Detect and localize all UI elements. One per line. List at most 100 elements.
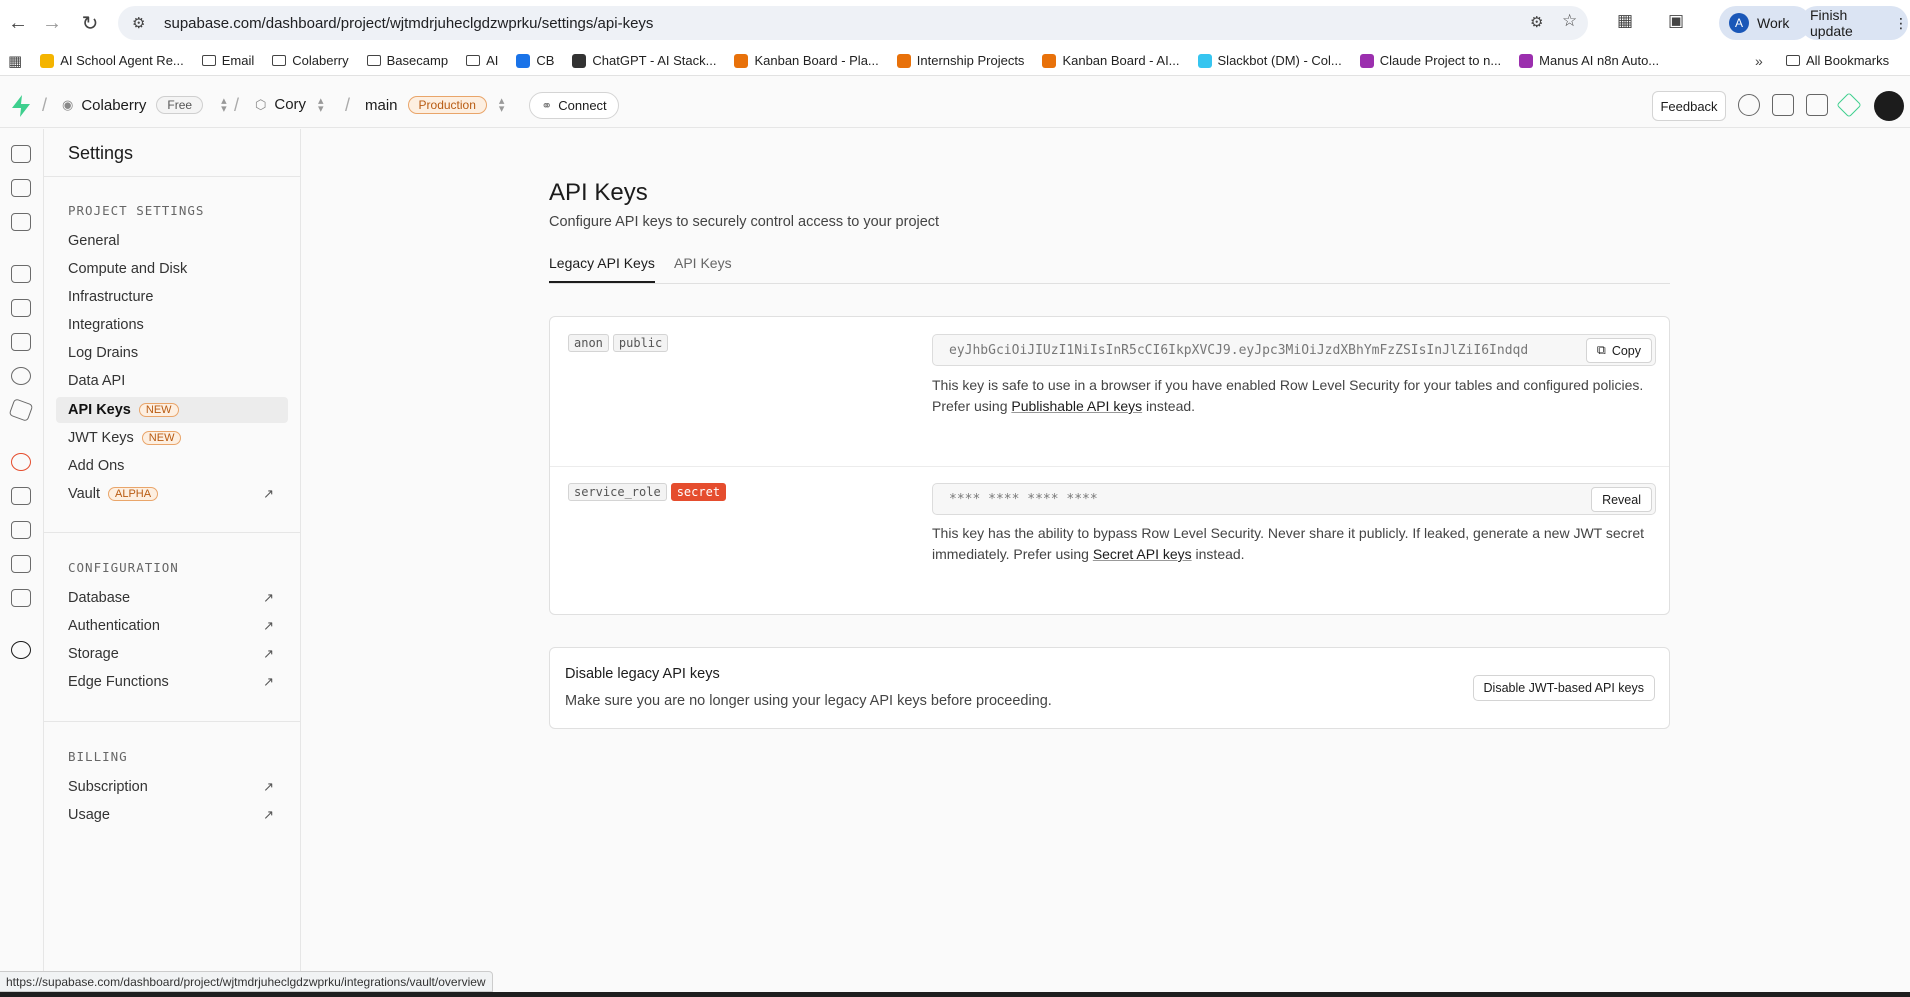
forward-icon[interactable]: →: [34, 5, 70, 41]
bookmark-item[interactable]: Kanban Board - AI...: [1042, 53, 1180, 68]
copy-button[interactable]: ⧉ Copy: [1585, 338, 1652, 363]
bookmark-item[interactable]: CB: [516, 53, 554, 68]
folder-icon: [201, 55, 216, 66]
bookmark-item[interactable]: Slackbot (DM) - Col...: [1197, 53, 1342, 68]
logs-icon[interactable]: [11, 521, 31, 539]
favicon-icon: [516, 53, 531, 68]
address-bar[interactable]: ⚙ supabase.com/dashboard/project/wjtmdrj…: [118, 6, 1588, 40]
edge-functions-icon[interactable]: [8, 398, 34, 422]
switch-branch-icon[interactable]: ▴ ▾: [499, 96, 505, 115]
storage-icon[interactable]: [11, 333, 31, 351]
reports-icon[interactable]: [11, 487, 31, 505]
sidebar-divider: [44, 532, 301, 533]
sidebar-item-authentication[interactable]: Authentication ↗: [56, 613, 288, 639]
tab-api-keys[interactable]: API Keys: [674, 255, 732, 281]
disable-jwt-keys-button[interactable]: Disable JWT-based API keys: [1472, 675, 1655, 701]
branch-name: main: [365, 96, 398, 114]
favicon-icon: [40, 53, 55, 68]
advisors-icon[interactable]: [11, 453, 31, 471]
sidebar-item-infrastructure[interactable]: Infrastructure: [56, 284, 288, 310]
terminal-icon[interactable]: [1806, 94, 1828, 116]
external-link-icon: ↗: [263, 486, 274, 501]
external-link-icon: ↗: [263, 646, 274, 661]
api-docs-icon[interactable]: [11, 555, 31, 573]
star-icon[interactable]: ☆: [1562, 11, 1577, 31]
anon-key-row: anon public eyJhbGciOiJIUzI1NiIsInR5cCI6…: [550, 317, 1669, 467]
reveal-button[interactable]: Reveal: [1591, 487, 1652, 512]
profile-button[interactable]: A Work: [1719, 6, 1811, 40]
assistant-icon[interactable]: [1836, 92, 1862, 118]
tab-search-icon[interactable]: ▣: [1668, 11, 1684, 31]
sidebar-item-integrations[interactable]: Integrations: [56, 312, 288, 338]
service-key-field[interactable]: **** **** **** **** Reveal: [932, 483, 1656, 515]
inbox-icon[interactable]: [1772, 94, 1794, 116]
bookmark-label: Slackbot (DM) - Col...: [1217, 53, 1342, 68]
tab-legacy-api-keys[interactable]: Legacy API Keys: [549, 255, 655, 283]
bookmark-item[interactable]: Basecamp: [366, 53, 448, 68]
extensions-icon[interactable]: ▦: [1617, 11, 1633, 31]
secret-keys-link[interactable]: Secret API keys: [1093, 546, 1192, 562]
sql-editor-icon[interactable]: [11, 213, 31, 231]
realtime-icon[interactable]: [11, 367, 31, 385]
user-avatar[interactable]: [1874, 91, 1904, 121]
settings-gear-icon[interactable]: [11, 641, 31, 659]
bookmark-item[interactable]: ChatGPT - AI Stack...: [572, 53, 716, 68]
sidebar-item-storage[interactable]: Storage ↗: [56, 641, 288, 667]
branch-selector[interactable]: main Production ▴ ▾: [365, 96, 505, 115]
bookmark-item[interactable]: Colaberry: [272, 53, 349, 68]
auth-lock-icon[interactable]: [11, 299, 31, 317]
supabase-logo-icon[interactable]: [10, 94, 32, 118]
bookmark-item[interactable]: AI School Agent Re...: [40, 53, 184, 68]
anon-key-value: eyJhbGciOiJIUzI1NiIsInR5cCI6IkpXVCJ9.eyJ…: [949, 343, 1529, 358]
connect-button[interactable]: ⚭ Connect: [529, 92, 619, 119]
all-bookmarks-label: All Bookmarks: [1806, 53, 1890, 68]
bookmark-item[interactable]: Claude Project to n...: [1359, 53, 1501, 68]
anon-key-field[interactable]: eyJhbGciOiJIUzI1NiIsInR5cCI6IkpXVCJ9.eyJ…: [932, 334, 1656, 366]
sidebar-item-add-ons[interactable]: Add Ons: [56, 453, 288, 479]
sidebar-item-compute[interactable]: Compute and Disk: [56, 256, 288, 282]
site-settings-icon[interactable]: ⚙: [132, 14, 150, 32]
sidebar-item-jwt-keys[interactable]: JWT Keys NEW: [56, 425, 288, 451]
help-icon[interactable]: [1738, 94, 1760, 116]
branch-env-badge: Production: [407, 96, 487, 114]
back-icon[interactable]: ←: [0, 5, 36, 41]
sidebar-item-log-drains[interactable]: Log Drains: [56, 340, 288, 366]
table-editor-icon[interactable]: [11, 179, 31, 197]
sidebar-item-label: Database: [68, 590, 131, 606]
switch-project-icon[interactable]: ▴ ▾: [318, 95, 324, 114]
sidebar-item-subscription[interactable]: Subscription ↗: [56, 774, 288, 800]
favicon-icon: [734, 53, 749, 68]
feedback-button[interactable]: Feedback: [1652, 91, 1726, 121]
home-icon[interactable]: [11, 145, 31, 163]
more-bookmarks-icon[interactable]: »: [1755, 53, 1763, 69]
secret-tag: secret: [670, 483, 727, 501]
sidebar-item-label: Compute and Disk: [68, 261, 188, 277]
bookmark-item[interactable]: Manus AI n8n Auto...: [1519, 53, 1659, 68]
sidebar-item-edge-functions[interactable]: Edge Functions ↗: [56, 669, 288, 695]
reload-icon[interactable]: ↻: [72, 5, 108, 41]
switch-org-icon[interactable]: ▴ ▾: [221, 96, 227, 115]
database-icon[interactable]: [11, 265, 31, 283]
integrations-icon[interactable]: [11, 589, 31, 607]
sidebar-item-vault[interactable]: Vault ALPHA ↗: [56, 481, 288, 507]
publishable-keys-link[interactable]: Publishable API keys: [1011, 398, 1142, 414]
page-subtitle: Configure API keys to securely control a…: [549, 214, 940, 230]
bookmark-item[interactable]: AI: [466, 53, 498, 68]
anon-tag: anon: [568, 334, 609, 352]
sidebar-item-general[interactable]: General: [56, 228, 288, 254]
bookmark-item[interactable]: Internship Projects: [896, 53, 1024, 68]
sidebar-item-data-api[interactable]: Data API: [56, 368, 288, 394]
sidebar-item-usage[interactable]: Usage ↗: [56, 802, 288, 828]
bookmark-item[interactable]: Kanban Board - Pla...: [734, 53, 879, 68]
sidebar-item-database[interactable]: Database ↗: [56, 585, 288, 611]
key-icon[interactable]: ⚙: [1530, 13, 1543, 31]
org-selector[interactable]: ◉ Colaberry Free ▴ ▾: [62, 96, 227, 115]
project-selector[interactable]: ⬡ Cory ▴ ▾: [255, 95, 324, 114]
apps-grid-icon[interactable]: ▦: [8, 52, 22, 70]
finish-update-button[interactable]: Finish update ⋮: [1800, 6, 1908, 40]
bookmark-item[interactable]: Email: [201, 53, 254, 68]
all-bookmarks[interactable]: All Bookmarks: [1786, 53, 1889, 68]
org-icon: ◉: [62, 97, 74, 112]
plug-icon: ⚭: [541, 97, 553, 113]
sidebar-item-api-keys[interactable]: API Keys NEW: [56, 397, 288, 423]
